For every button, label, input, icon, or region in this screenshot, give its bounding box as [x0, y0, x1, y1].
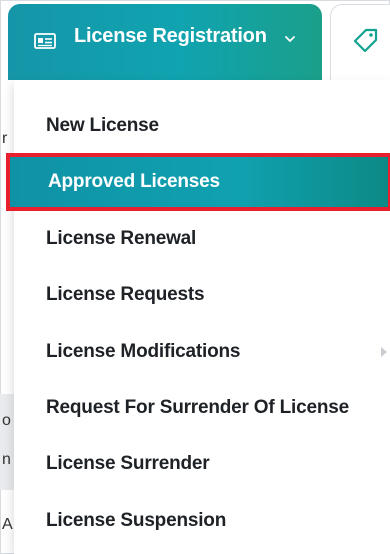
- license-registration-dropdown: New License Approved Licenses License Re…: [6, 80, 390, 554]
- menu-item-request-surrender[interactable]: Request For Surrender Of License: [14, 386, 390, 430]
- background-text-fragment: n: [2, 451, 11, 468]
- tab-label: License Registration: [74, 25, 267, 47]
- menu-item-label: License Modifications: [46, 341, 241, 362]
- tab-license-registration[interactable]: License Registration: [8, 4, 322, 80]
- chevron-down-icon: [285, 36, 295, 42]
- menu-item-label: Request For Surrender Of License: [46, 397, 349, 418]
- menu-item-label: New License: [46, 115, 159, 136]
- menu-item-license-surrender[interactable]: License Surrender: [14, 442, 390, 486]
- menu-item-license-renewal[interactable]: License Renewal: [14, 217, 390, 261]
- menu-item-license-requests[interactable]: License Requests: [14, 273, 390, 317]
- tag-icon: [353, 28, 378, 53]
- chevron-right-icon: [381, 347, 387, 357]
- menu-item-label: License Surrender: [46, 453, 210, 474]
- menu-item-label: License Renewal: [46, 228, 197, 249]
- background-text-fragment: A: [2, 516, 13, 533]
- background-panel: [0, 394, 14, 490]
- background-text-fragment: r: [2, 130, 8, 147]
- menu-item-label: Approved Licenses: [48, 171, 220, 192]
- menu-item-new-license[interactable]: New License: [14, 104, 390, 148]
- menu-item-license-suspension[interactable]: License Suspension: [14, 499, 390, 543]
- tab-next[interactable]: [330, 4, 390, 80]
- background-text-fragment: o: [2, 412, 11, 429]
- menu-item-license-modifications[interactable]: License Modifications: [14, 330, 390, 374]
- menu-item-label: License Suspension: [46, 510, 227, 531]
- menu-item-approved-licenses[interactable]: Approved Licenses: [6, 153, 390, 211]
- id-card-icon: [34, 33, 56, 49]
- menu-item-label: License Requests: [46, 284, 205, 305]
